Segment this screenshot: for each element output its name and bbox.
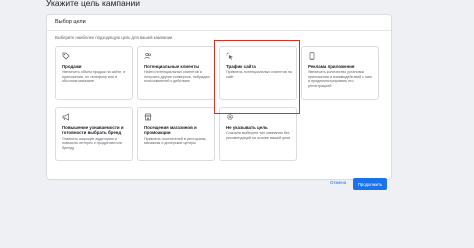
goal-card-title: Трафик сайта — [226, 64, 256, 69]
goal-card-title: Потенциальные клиенты — [144, 64, 200, 69]
panel-hint: Выберите наиболее подходящую цель для ва… — [55, 35, 173, 40]
sparkle-cursor-icon — [226, 52, 234, 60]
goal-card-description: Увеличить объем продаж на сайте, в прило… — [62, 70, 126, 84]
panel-title: Выбор цели — [55, 19, 86, 25]
panel-header: Выбор цели — [47, 15, 391, 31]
storefront-icon — [144, 113, 152, 121]
goal-card-title: Реклама приложения — [308, 64, 355, 69]
goal-card-no-goal[interactable]: Не указывать цель Сначала выберите тип к… — [219, 107, 297, 161]
goal-card-website-traffic[interactable]: Трафик сайта Привлечь потенциальных клие… — [219, 46, 297, 100]
goal-card-sales[interactable]: Продажи Увеличить объем продаж на сайте,… — [55, 46, 133, 100]
goal-card-title: Повышение узнаваемости и готовности выбр… — [62, 125, 124, 136]
goal-card-description: Привлечь посетителей в рестораны, магази… — [144, 136, 207, 146]
continue-button[interactable]: Продолжить — [353, 178, 387, 190]
page-title: Укажите цель кампании — [46, 0, 140, 8]
gear-icon — [226, 113, 234, 121]
megaphone-icon — [62, 113, 70, 121]
goal-card-description: Найти потенциальных клиентов и получить … — [144, 70, 210, 84]
goal-card-description: Охватить широкую аудиторию и повысить ин… — [62, 136, 122, 150]
goal-card-store-visits[interactable]: Посещения магазинов и промоакции Привлеч… — [137, 107, 215, 161]
goal-card-description: Увеличить количество установок приложени… — [308, 70, 372, 88]
goal-card-description: Сначала выберите тип кампании без рекоме… — [226, 131, 291, 140]
tag-icon — [62, 52, 70, 60]
goal-card-title: Не указывать цель — [226, 125, 268, 130]
goal-card-title: Продажи — [62, 64, 82, 69]
phone-icon — [308, 52, 316, 60]
goal-card-leads[interactable]: Потенциальные клиенты Найти потенциальны… — [137, 46, 215, 100]
goal-card-brand-awareness[interactable]: Повышение узнаваемости и готовности выбр… — [55, 107, 133, 161]
cancel-button[interactable]: Отмена — [330, 180, 346, 185]
users-icon — [144, 52, 152, 60]
goal-card-app-promotion[interactable]: Реклама приложения Увеличить количество … — [301, 46, 379, 100]
goal-card-description: Привлечь потенциальных клиентов на сайт — [226, 70, 292, 79]
goal-card-title: Посещения магазинов и промоакции — [144, 125, 197, 136]
